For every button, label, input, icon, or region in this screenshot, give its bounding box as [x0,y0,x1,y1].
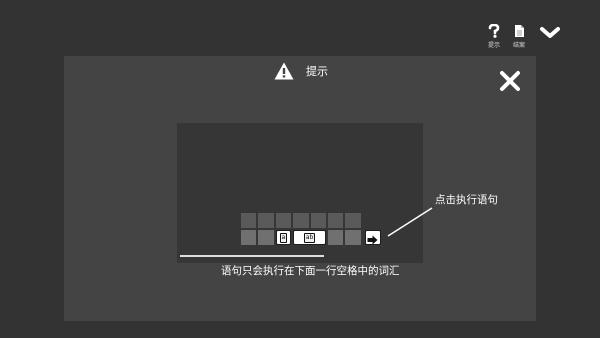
hint-modal: 提示 a ab [64,56,536,321]
word-grid-bottom: a ab [241,230,361,245]
grid-cell [275,213,292,228]
word-grid-top [241,213,361,228]
help-button[interactable]: 提示 [481,23,507,49]
grid-cell [345,213,361,228]
run-sentence-button[interactable] [365,230,381,245]
run-hint-text: 点击执行语句 [435,194,498,206]
word-chip-label: ab [303,232,316,243]
word-chip[interactable]: a [275,230,292,245]
grid-cell [258,213,274,228]
modal-title: 提示 [306,65,328,78]
sentence-preview: a ab [177,123,423,263]
collapse-button[interactable] [538,24,562,42]
hint-pointer-line [387,207,433,237]
grid-cell[interactable] [345,230,361,245]
document-icon [514,25,524,37]
row-hint-text: 语句只会执行在下面一行空格中的词汇 [221,265,400,277]
grid-cell [241,213,257,228]
word-chip-wide[interactable]: ab [293,230,326,245]
close-button[interactable] [498,69,522,93]
help-label: 提示 [487,42,500,49]
bottom-row-underline [180,255,324,257]
grid-cell[interactable] [258,230,274,245]
grid-cell [327,213,344,228]
grid-cell[interactable] [327,230,344,245]
word-chip-label: a [279,232,288,243]
close-icon [500,71,520,91]
chevron-down-icon [540,27,560,38]
question-icon [488,23,500,38]
grid-cell[interactable] [241,230,257,245]
grid-cell [293,213,309,228]
grid-cell [310,213,326,228]
warning-icon [274,62,294,80]
modal-header: 提示 [64,56,536,91]
log-label: 结案 [512,42,525,49]
log-button[interactable]: 结案 [506,23,532,49]
arrow-right-icon [367,235,378,245]
